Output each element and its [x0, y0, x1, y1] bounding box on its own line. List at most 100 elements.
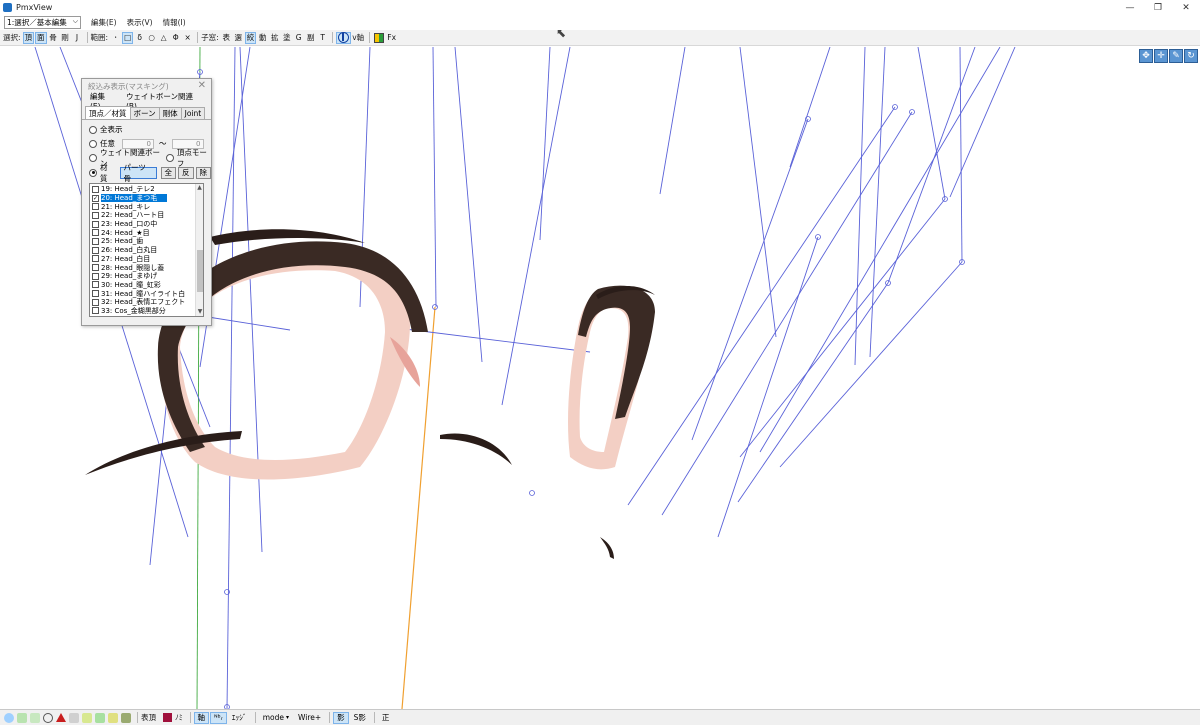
material-checkbox[interactable]	[92, 272, 99, 280]
move-view-icon[interactable]: ✥	[1139, 49, 1153, 63]
olive-icon[interactable]	[121, 712, 131, 723]
range-phi-button[interactable]: Φ	[170, 32, 181, 44]
minimize-button[interactable]: —	[1116, 0, 1144, 15]
range-clear-button[interactable]: ×	[182, 32, 193, 44]
menu-edit[interactable]: 編集(E)	[91, 17, 117, 28]
zoom-view-icon[interactable]: ✎	[1169, 49, 1183, 63]
yellow-icon[interactable]	[82, 712, 92, 723]
material-list-item[interactable]: 29: Head_まゆげ	[90, 272, 196, 281]
child-select-button[interactable]: 選	[233, 32, 244, 44]
child-paint-button[interactable]: 塗	[281, 32, 292, 44]
mode-dropdown[interactable]: mode ▾	[259, 712, 293, 724]
select-all-button[interactable]: 全	[160, 166, 176, 179]
material-checkbox[interactable]	[92, 185, 99, 193]
self-shadow-toggle[interactable]: S影	[350, 712, 370, 724]
dot-circle-icon[interactable]	[43, 712, 53, 723]
material-checkbox[interactable]	[92, 281, 99, 289]
warning-triangle-icon[interactable]	[56, 713, 66, 722]
material-list-item[interactable]: 22: Head_ハート目	[90, 211, 196, 220]
tab-bone[interactable]: ボーン	[129, 107, 160, 119]
scroll-thumb[interactable]	[197, 250, 203, 292]
remove-button[interactable]: 除	[195, 166, 211, 179]
material-radio[interactable]	[89, 168, 97, 177]
select-face-button[interactable]: 面	[35, 31, 47, 44]
grid-button[interactable]	[373, 32, 385, 44]
rotate-view-icon[interactable]: ↻	[1184, 49, 1198, 63]
front-view-button[interactable]: 正	[378, 712, 394, 724]
panel-close-icon[interactable]: ✕	[198, 80, 206, 91]
range-point-button[interactable]: ･	[110, 32, 121, 44]
material-list-item[interactable]: ✓ 20: Head_まつ毛	[90, 193, 196, 203]
mode-select[interactable]: 1:選択／基本編集 ⌵	[4, 16, 81, 29]
material-list-item[interactable]: 31: Head_瞳ハイライト白	[90, 289, 196, 298]
material-checkbox[interactable]	[92, 220, 99, 228]
material-checkbox[interactable]	[92, 298, 99, 306]
pale-yellow-icon[interactable]	[108, 712, 118, 723]
tab-joint[interactable]: Joint	[180, 107, 206, 119]
material-checkbox[interactable]	[92, 237, 99, 245]
arbitrary-radio[interactable]	[89, 139, 97, 148]
parts-bone-button[interactable]: パーツ骨	[119, 163, 157, 183]
light-green-icon[interactable]	[17, 712, 27, 723]
pale-green-icon[interactable]	[30, 712, 40, 723]
material-checkbox[interactable]: ✓	[92, 194, 99, 202]
select-rigidbody-button[interactable]: 剛	[60, 32, 71, 44]
material-checkbox[interactable]	[92, 255, 99, 263]
select-bone-button[interactable]: 骨	[48, 32, 59, 44]
pan-view-icon[interactable]: ✛	[1154, 49, 1168, 63]
child-sub-button[interactable]: 副	[305, 32, 316, 44]
scroll-down-icon[interactable]: ▼	[196, 308, 203, 316]
material-checkbox[interactable]	[92, 203, 99, 211]
child-g-button[interactable]: G	[293, 32, 304, 44]
tab-rigidbody[interactable]: 剛体	[158, 107, 182, 119]
material-list-item[interactable]: 25: Head_歯	[90, 237, 196, 246]
option-show-all[interactable]: 全表示	[82, 123, 211, 136]
menu-info[interactable]: 情報(I)	[163, 17, 186, 28]
material-list-item[interactable]: 30: Head_瞳_虹彩	[90, 281, 196, 290]
material-list-item[interactable]: 33: Cos_金糊黒部分	[90, 307, 196, 316]
material-list-item[interactable]: 26: Head_白丸目	[90, 246, 196, 255]
material-list-item[interactable]: 21: Head_キレ	[90, 202, 196, 211]
invert-button[interactable]: 反	[178, 166, 194, 179]
wire-toggle[interactable]: Wire+	[294, 712, 325, 724]
select-joint-button[interactable]: J	[72, 32, 83, 44]
tab-vertex-material[interactable]: 頂点／材質	[85, 106, 131, 119]
select-vertex-button[interactable]: 頂	[22, 31, 35, 44]
range-rect-button[interactable]: □	[122, 31, 134, 44]
material-list-item[interactable]: 28: Head_眼隠し蓋	[90, 263, 196, 272]
material-list-item[interactable]: 27: Head_白目	[90, 255, 196, 264]
close-button[interactable]: ✕	[1172, 0, 1200, 15]
vertex-morph-radio[interactable]	[165, 153, 174, 162]
material-checkbox[interactable]	[92, 307, 99, 315]
panel-title-bar[interactable]: 絞込み表示(マスキング) ✕	[82, 79, 211, 94]
surface-label[interactable]: 表頂	[141, 712, 156, 723]
axis-toggle[interactable]: 軸	[193, 711, 209, 724]
label-toggle-icon[interactable]: ᴺᵇᵣ	[210, 711, 227, 724]
material-checkbox[interactable]	[92, 229, 99, 237]
edge-toggle[interactable]: ｴｯｼﾞ	[228, 712, 251, 724]
material-checkbox[interactable]	[92, 246, 99, 254]
material-list-item[interactable]: 32: Head_表情エフェクト	[90, 298, 196, 307]
child-t-button[interactable]: T	[317, 32, 328, 44]
small-gray-icon[interactable]	[69, 712, 79, 723]
child-move-button[interactable]: 動	[257, 32, 268, 44]
material-list-item[interactable]: 19: Head_テレ2	[90, 185, 196, 194]
material-checkbox[interactable]	[92, 264, 99, 272]
mode-circle-icon[interactable]	[4, 712, 14, 723]
material-list-item[interactable]: 23: Head_口の中	[90, 220, 196, 229]
material-list[interactable]: 19: Head_テレ2 ✓ 20: Head_まつ毛 21: Head_キレ 22: …	[89, 183, 204, 317]
v-axis-toggle[interactable]	[336, 31, 352, 44]
child-filter-button[interactable]: 絞	[244, 31, 257, 44]
restore-button[interactable]: ❐	[1144, 0, 1172, 15]
range-circle-button[interactable]: ○	[146, 32, 157, 44]
menu-view[interactable]: 表示(V)	[127, 17, 153, 28]
weight-bone-radio[interactable]	[89, 153, 97, 162]
shadow-toggle[interactable]: 影	[333, 711, 349, 724]
show-all-radio[interactable]	[89, 125, 97, 134]
scroll-up-icon[interactable]: ▲	[196, 184, 203, 192]
fx-button[interactable]: Fx	[386, 32, 397, 44]
material-list-item[interactable]: 24: Head_★目	[90, 228, 196, 237]
range-lasso-button[interactable]: δ	[134, 32, 145, 44]
color-swatch[interactable]	[163, 713, 172, 722]
child-scale-button[interactable]: 拡	[269, 32, 280, 44]
